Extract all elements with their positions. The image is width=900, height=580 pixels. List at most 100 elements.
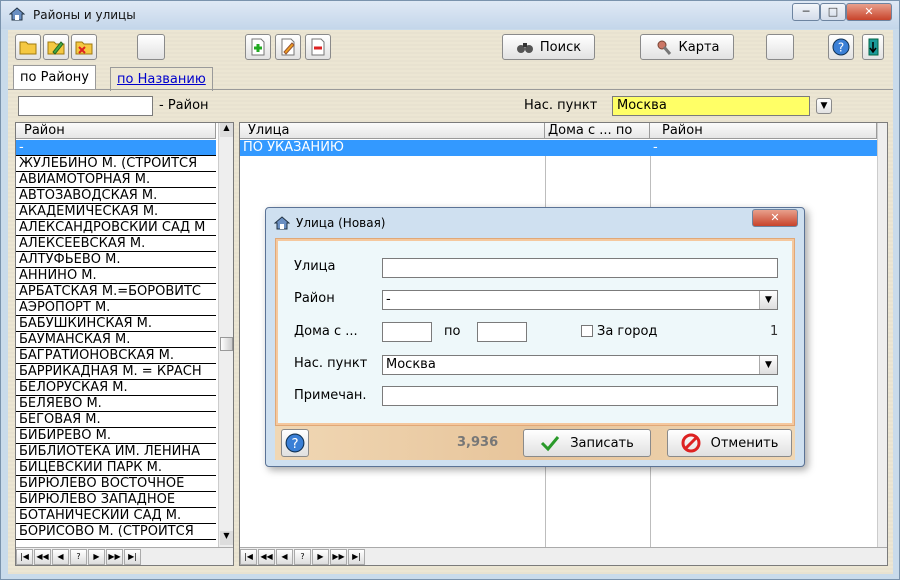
district-scrollbar[interactable]: ▲ ▼ — [218, 123, 233, 547]
locality-select[interactable]: Москва ▼ — [382, 355, 778, 375]
houses-from-input[interactable] — [382, 322, 432, 342]
street-scrollbar[interactable] — [877, 123, 887, 547]
locality-input[interactable]: Москва — [612, 96, 810, 116]
list-item[interactable]: АЭРОПОРТ М. — [16, 300, 216, 316]
district-cell: - — [653, 140, 658, 155]
dialog-help-button[interactable]: ? — [281, 429, 309, 457]
list-item[interactable]: БИЦЕВСКИЙ ПАРК М. — [16, 460, 216, 476]
help-button[interactable]: ? — [828, 34, 854, 60]
list-item[interactable]: АННИНО М. — [16, 268, 216, 284]
list-item[interactable]: АЛЕКСЕЕВСКАЯ М. — [16, 236, 216, 252]
house-icon — [9, 7, 25, 21]
open-folder-button[interactable] — [15, 34, 41, 60]
dialog-close-button[interactable]: ✕ — [752, 209, 798, 227]
list-item[interactable]: БАБУШКИНСКАЯ М. — [16, 316, 216, 332]
list-item[interactable]: БИБИРЕВО М. — [16, 428, 216, 444]
nav-button[interactable]: ▶▶ — [106, 548, 123, 565]
list-item[interactable]: БЕГОВАЯ М. — [16, 412, 216, 428]
nav-button[interactable]: ? — [70, 548, 87, 565]
house-icon — [274, 216, 290, 230]
district-column-header[interactable]: Район — [16, 123, 216, 139]
edit-record-button[interactable] — [275, 34, 301, 60]
delete-folder-button[interactable] — [71, 34, 97, 60]
note-label: Примечан. — [294, 388, 367, 403]
list-item[interactable]: АРБАТСКАЯ М.=БОРОВИТС — [16, 284, 216, 300]
minimize-button[interactable]: ─ — [792, 3, 820, 21]
nav-button[interactable]: ◀ — [276, 548, 293, 565]
nav-button[interactable]: ▶ — [88, 548, 105, 565]
district-filter-label: - Район — [159, 98, 209, 113]
blank-button-1[interactable] — [137, 34, 165, 60]
district-filter-input[interactable] — [18, 96, 153, 116]
list-item[interactable]: АЛТУФЬЕВО М. — [16, 252, 216, 268]
tab-by-district[interactable]: по Району — [13, 65, 96, 89]
add-record-button[interactable] — [245, 34, 271, 60]
chevron-down-icon: ▼ — [820, 101, 828, 111]
district-select[interactable]: - ▼ — [382, 290, 778, 310]
list-item[interactable]: БИБЛИОТЕКА ИМ. ЛЕНИНА — [16, 444, 216, 460]
nav-button[interactable]: ◀◀ — [34, 548, 51, 565]
save-button[interactable]: Записать — [523, 429, 651, 457]
list-item[interactable]: БИРЮЛЕВО ЗАПАДНОЕ — [16, 492, 216, 508]
houses-label: Дома с ... — [294, 324, 358, 339]
street-input[interactable] — [382, 258, 778, 278]
scroll-down-icon[interactable]: ▼ — [220, 531, 233, 545]
outside-city-label: За город — [597, 324, 658, 339]
delete-record-button[interactable] — [305, 34, 331, 60]
chevron-down-icon[interactable]: ▼ — [759, 291, 777, 309]
list-item[interactable]: АЛЕКСАНДРОВСКИЙ САД М — [16, 220, 216, 236]
blank-button-2[interactable] — [766, 34, 794, 60]
list-item[interactable]: АВТОЗАВОДСКАЯ М. — [16, 188, 216, 204]
edit-folder-button[interactable] — [43, 34, 69, 60]
close-button[interactable]: ✕ — [846, 3, 892, 21]
street-column-header[interactable]: Улица — [240, 123, 545, 139]
street-dialog: Улица (Новая) ✕ Улица Район - ▼ Дома с .… — [265, 207, 805, 467]
scroll-up-icon[interactable]: ▲ — [220, 123, 233, 137]
tab-by-name-label: по Названию — [117, 72, 206, 87]
exit-button[interactable] — [862, 34, 884, 60]
svg-text:?: ? — [838, 41, 844, 55]
district-column-header-2[interactable]: Район — [650, 123, 877, 139]
nav-button[interactable]: |◀ — [16, 548, 33, 565]
dialog-title-bar[interactable]: Улица (Новая) ✕ — [266, 208, 804, 236]
chevron-down-icon[interactable]: ▼ — [759, 356, 777, 374]
locality-dropdown-button[interactable]: ▼ — [816, 98, 832, 114]
list-item[interactable]: АКАДЕМИЧЕСКАЯ М. — [16, 204, 216, 220]
nav-button[interactable]: ▶| — [124, 548, 141, 565]
list-item[interactable]: АВИАМОТОРНАЯ М. — [16, 172, 216, 188]
cancel-button[interactable]: Отменить — [667, 429, 792, 457]
list-item[interactable]: БЕЛОРУСКАЯ М. — [16, 380, 216, 396]
maximize-button[interactable]: □ — [820, 3, 846, 21]
nav-button[interactable]: ▶| — [348, 548, 365, 565]
list-item[interactable]: БОРИСОВО М. (СТРОИТСЯ — [16, 524, 216, 540]
list-item[interactable]: ЖУЛЕБИНО М. (СТРОИТСЯ — [16, 156, 216, 172]
district-scroll-thumb[interactable] — [220, 337, 233, 351]
houses-column-header[interactable]: Дома с ... по — [545, 123, 650, 139]
nav-button[interactable]: ◀◀ — [258, 548, 275, 565]
nav-button[interactable]: ◀ — [52, 548, 69, 565]
list-item[interactable]: БОТАНИЧЕСКИЙ САД М. — [16, 508, 216, 524]
list-item[interactable]: БИРЮЛЕВО ВОСТОЧНОЕ — [16, 476, 216, 492]
houses-to-input[interactable] — [477, 322, 527, 342]
main-window: Районы и улицы ─ □ ✕ Поиск Карта ? по Ра… — [0, 0, 900, 580]
list-item[interactable]: БАУМАНСКАЯ М. — [16, 332, 216, 348]
nav-button[interactable]: ▶ — [312, 548, 329, 565]
search-button[interactable]: Поиск — [502, 34, 595, 60]
save-label: Записать — [570, 435, 634, 451]
map-button[interactable]: Карта — [640, 34, 734, 60]
table-row[interactable]: ПО УКАЗАНИЮ - — [240, 140, 877, 156]
binoculars-icon — [516, 43, 533, 53]
nav-button[interactable]: |◀ — [240, 548, 257, 565]
outside-city-checkbox[interactable] — [581, 325, 593, 337]
title-bar[interactable]: Районы и улицы ─ □ ✕ — [1, 1, 899, 29]
dialog-title: Улица (Новая) — [296, 216, 386, 230]
list-item[interactable]: БАРРИКАДНАЯ М. = КРАСН — [16, 364, 216, 380]
tab-by-name[interactable]: по Названию — [110, 67, 213, 91]
nav-button[interactable]: ▶▶ — [330, 548, 347, 565]
list-item[interactable]: БЕЛЯЕВО М. — [16, 396, 216, 412]
list-item[interactable]: - — [16, 140, 216, 156]
list-item[interactable]: БАГРАТИОНОВСКАЯ М. — [16, 348, 216, 364]
district-grid[interactable]: Район - ЖУЛЕБИНО М. (СТРОИТСЯ АВИАМОТОРНАЯ… — [15, 122, 234, 566]
note-input[interactable] — [382, 386, 778, 406]
nav-button[interactable]: ? — [294, 548, 311, 565]
